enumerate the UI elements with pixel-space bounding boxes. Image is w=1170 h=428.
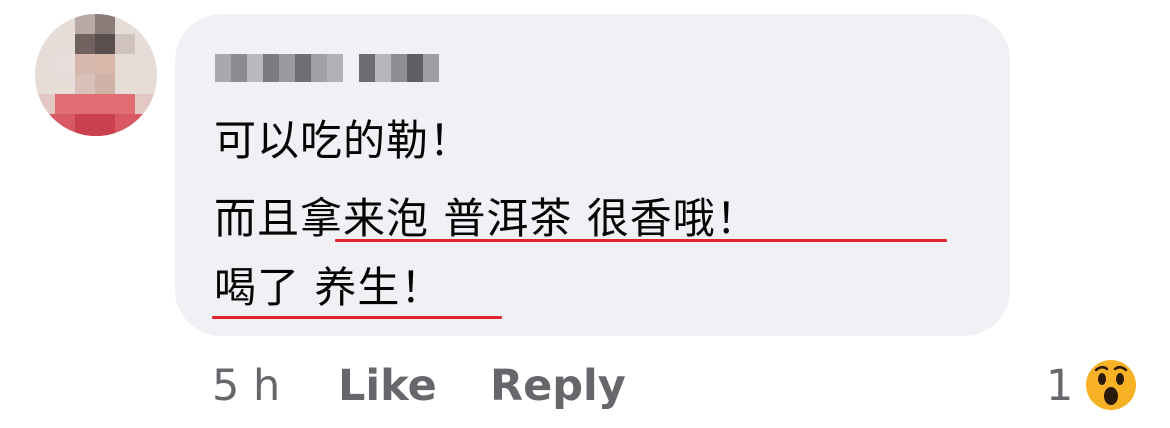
- spellcheck-underline: [335, 239, 947, 242]
- spellcheck-underline: [212, 316, 502, 319]
- avatar[interactable]: [35, 14, 157, 136]
- reply-button[interactable]: Reply: [490, 358, 626, 414]
- comment-text-line-2: 而且拿来泡 普洱茶 很香哦！: [214, 194, 759, 243]
- comment-timestamp[interactable]: 5 h: [212, 358, 280, 414]
- reaction-count[interactable]: 1: [1046, 358, 1073, 414]
- author-name-pixelated-2: [359, 54, 439, 82]
- comment-author[interactable]: [215, 48, 439, 88]
- wow-emoji-icon[interactable]: [1084, 358, 1138, 412]
- like-button[interactable]: Like: [338, 358, 437, 414]
- comment-text-line-1: 可以吃的勒！: [214, 116, 473, 165]
- comment-text-line-3: 喝了 养生！: [214, 263, 444, 312]
- avatar-image: [35, 14, 157, 136]
- author-name-pixelated: [215, 54, 343, 82]
